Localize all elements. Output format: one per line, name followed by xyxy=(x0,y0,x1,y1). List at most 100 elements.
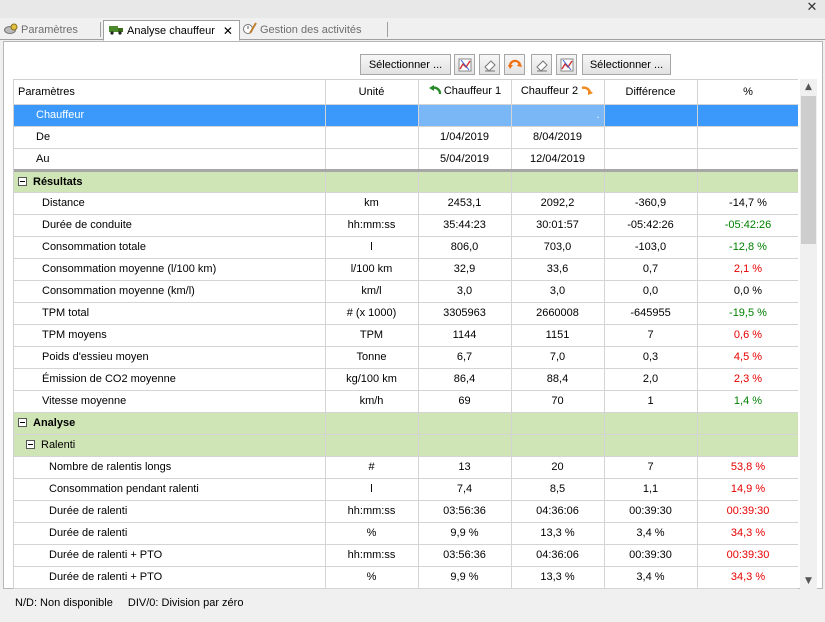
table-cell xyxy=(511,170,605,193)
driver2-name-blurred: . xyxy=(511,104,605,127)
select-driver2-button[interactable]: Sélectionner ... xyxy=(582,54,671,75)
driver2-value: 2660008 xyxy=(511,302,605,325)
driver2-value: 04:36:06 xyxy=(511,500,605,523)
au-row[interactable]: Au 5/04/2019 12/04/2019 xyxy=(14,148,798,172)
group-row-ralenti[interactable]: Ralenti xyxy=(14,434,798,457)
tab-separator xyxy=(100,22,101,37)
driver2-value: 70 xyxy=(511,390,605,413)
comparison-grid: Paramètres Unité Chauffeur 1 Chauffeur 2… xyxy=(13,79,798,589)
diff-value: -103,0 xyxy=(604,236,698,259)
swap-icon[interactable] xyxy=(504,54,525,75)
unit-cell: % xyxy=(325,566,419,589)
col-header-param[interactable]: Paramètres xyxy=(14,80,326,105)
de-row[interactable]: De 1/04/2019 8/04/2019 xyxy=(14,126,798,149)
collapse-icon[interactable] xyxy=(26,440,35,449)
analysis-panel: Sélectionner ... Sélectionner ... Paramè… xyxy=(3,41,823,589)
group-row-analyse-label: Analyse xyxy=(33,417,76,429)
scroll-up-icon[interactable]: ▲ xyxy=(800,79,817,95)
table-row[interactable]: Émission de CO2 moyenne kg/100 km 86,4 88,4… xyxy=(14,368,798,391)
diff-value: 7 xyxy=(604,324,698,347)
table-row[interactable]: Durée de ralenti + PTO hh:mm:ss 03:56:36 04… xyxy=(14,544,798,567)
table-row[interactable]: Consommation totale l 806,0 703,0 -103,0 -12,… xyxy=(14,236,798,259)
table-row[interactable]: Durée de ralenti + PTO% 9,9 % 13,3 % 3,4 % 3… xyxy=(14,566,798,589)
table-cell xyxy=(325,434,419,457)
unit-cell: hh:mm:ss xyxy=(325,214,419,237)
param-label: Poids d'essieu moyen xyxy=(14,346,326,369)
param-label: Nombre de ralentis longs xyxy=(14,456,326,479)
diff-value: 0,0 xyxy=(604,280,698,303)
driver1-value: 7,4 xyxy=(418,478,512,501)
table-cell xyxy=(697,126,798,149)
group-row-resultats[interactable]: Résultats xyxy=(14,170,798,193)
table-row[interactable]: TPM moyens TPM 1144 1151 7 0,6 % xyxy=(14,324,798,347)
collapse-icon[interactable] xyxy=(18,418,27,427)
tab-close-icon[interactable]: ✕ xyxy=(223,24,233,38)
table-row[interactable]: Nombre de ralentis longs #13 20 7 53,8 % xyxy=(14,456,798,479)
col-header-pct[interactable]: % xyxy=(697,80,798,105)
unit-cell: hh:mm:ss xyxy=(325,500,419,523)
chart-icon[interactable] xyxy=(556,54,577,75)
param-label: Consommation moyenne (l/100 km) xyxy=(14,258,326,281)
group-row-analyse[interactable]: Analyse xyxy=(14,412,798,435)
chauffeur-row[interactable]: Chauffeur . xyxy=(14,104,798,127)
eraser-icon[interactable] xyxy=(479,54,500,75)
param-label: Consommation moyenne (km/l) xyxy=(14,280,326,303)
col-header-diff[interactable]: Différence xyxy=(604,80,698,105)
scroll-down-icon[interactable]: ▼ xyxy=(800,573,817,589)
table-row[interactable]: Vitesse moyenne km/h 69 70 1 1,4 % xyxy=(14,390,798,413)
unit-cell: TPM xyxy=(325,324,419,347)
col-header-driver2[interactable]: Chauffeur 2 xyxy=(511,80,605,105)
table-row[interactable]: Poids d'essieu moyen Tonne 6,7 7,0 0,3 4,5 % xyxy=(14,346,798,369)
tab-parametres-label: Paramètres xyxy=(21,24,78,36)
unit-cell: hh:mm:ss xyxy=(325,544,419,567)
tab-parametres[interactable]: Paramètres xyxy=(4,20,78,40)
table-cell xyxy=(325,104,419,127)
table-cell xyxy=(697,434,798,457)
pct-value: 14,9 % xyxy=(697,478,798,501)
window-close-icon[interactable]: ✕ xyxy=(805,1,819,15)
tab-bar: Paramètres Analyse chauffeur ✕ Gestion d… xyxy=(0,18,825,41)
collapse-icon[interactable] xyxy=(18,176,27,186)
driver1-value: 9,9 % xyxy=(418,522,512,545)
param-label: Durée de ralenti + PTO xyxy=(14,566,326,589)
table-cell xyxy=(511,412,605,435)
driver2-value: 20 xyxy=(511,456,605,479)
table-cell xyxy=(604,126,698,149)
col-header-unit[interactable]: Unité xyxy=(325,80,419,105)
diff-value: 3,4 % xyxy=(604,566,698,589)
table-row[interactable]: Consommation moyenne (l/100 km) l/100 km 3… xyxy=(14,258,798,281)
table-row[interactable]: TPM total # (x 1000) 3305963 2660008 -645955… xyxy=(14,302,798,325)
table-row[interactable]: Consommation moyenne (km/l) km/l 3,0 3,0 0,0… xyxy=(14,280,798,303)
eraser-icon[interactable] xyxy=(531,54,552,75)
table-row[interactable]: Distance km 2453,1 2092,2 -360,9 -14,7 % xyxy=(14,192,798,215)
comparison-table: Paramètres Unité Chauffeur 1 Chauffeur 2… xyxy=(14,80,798,589)
table-row[interactable]: Durée de ralenti hh:mm:ss 03:56:36 04:36:06… xyxy=(14,500,798,523)
param-label: Durée de ralenti + PTO xyxy=(14,544,326,567)
select-driver1-button[interactable]: Sélectionner ... xyxy=(360,54,451,75)
truck-icon xyxy=(108,23,124,38)
chart-icon[interactable] xyxy=(454,54,475,75)
diff-value: 0,3 xyxy=(604,346,698,369)
vertical-scrollbar[interactable]: ▲ ▼ xyxy=(800,79,817,589)
driver1-value: 3305963 xyxy=(418,302,512,325)
driver2-value: 1151 xyxy=(511,324,605,347)
table-row[interactable]: Consommation pendant ralenti l 7,4 8,5 1,1 14… xyxy=(14,478,798,501)
footer-nd: N/D: Non disponible xyxy=(15,597,113,609)
group-row-ralenti-label: Ralenti xyxy=(41,439,76,451)
table-row[interactable]: Durée de conduite hh:mm:ss 35:44:23 30:01:5… xyxy=(14,214,798,237)
table-row[interactable]: Durée de ralenti% 9,9 % 13,3 % 3,4 % 34,3 % xyxy=(14,522,798,545)
au-driver2: 12/04/2019 xyxy=(511,148,605,172)
tab-gestion-activites[interactable]: Gestion des activités xyxy=(243,20,362,40)
pct-value: 2,1 % xyxy=(697,258,798,281)
de-label: De xyxy=(14,126,326,149)
table-cell xyxy=(511,434,605,457)
table-cell xyxy=(697,412,798,435)
col-header-driver1[interactable]: Chauffeur 1 xyxy=(418,80,512,105)
legend-footer: N/D: Non disponible DIV/0: Division par … xyxy=(15,597,255,609)
param-label: Durée de ralenti xyxy=(14,500,326,523)
scroll-thumb[interactable] xyxy=(801,96,816,244)
tab-analyse-chauffeur[interactable]: Analyse chauffeur ✕ xyxy=(103,20,240,41)
unit-cell: % xyxy=(325,522,419,545)
driver2-value: 13,3 % xyxy=(511,566,605,589)
driver2-value: 13,3 % xyxy=(511,522,605,545)
